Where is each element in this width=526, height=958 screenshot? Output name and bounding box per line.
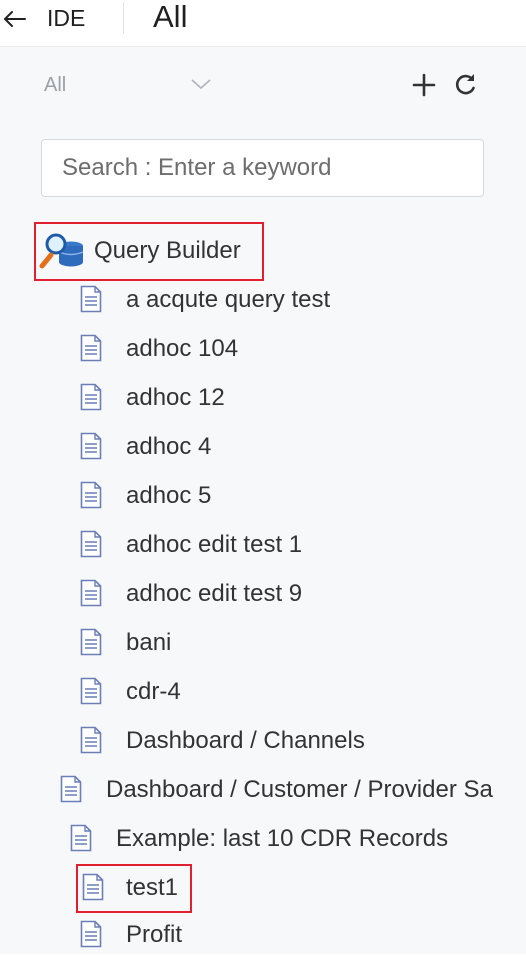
tree-item-test1[interactable]: test1 xyxy=(82,865,190,911)
tree-item-example-last-10-cdr[interactable]: Example: last 10 CDR Records xyxy=(70,816,470,862)
document-icon xyxy=(80,726,102,754)
document-icon xyxy=(82,873,104,901)
divider xyxy=(123,2,124,34)
document-icon xyxy=(80,383,102,411)
document-icon xyxy=(80,285,102,313)
tree-item-label: adhoc 12 xyxy=(126,384,225,411)
tree-item-label: a acqute query test xyxy=(126,286,331,313)
document-icon xyxy=(70,824,92,852)
tree-item-label: adhoc edit test 1 xyxy=(126,531,303,558)
page-title: All xyxy=(153,0,188,34)
tree-item-label: cdr-4 xyxy=(126,678,181,705)
database-search-icon xyxy=(39,233,84,269)
refresh-button[interactable] xyxy=(451,69,479,101)
tree-item-adhoc-5[interactable]: adhoc 5 xyxy=(80,473,280,519)
tree-item-bani[interactable]: bani xyxy=(80,620,280,666)
tree-root-label: Query Builder xyxy=(94,237,241,264)
tree-item-label: bani xyxy=(126,629,172,656)
chevron-down-icon xyxy=(191,79,211,90)
tree-item-label: Dashboard / Customer / Provider Sa xyxy=(106,776,493,803)
document-icon xyxy=(80,334,102,362)
tree-item-dashboard-channels[interactable]: Dashboard / Channels xyxy=(80,718,400,764)
tree-item-cdr-4[interactable]: cdr-4 xyxy=(80,669,280,715)
tree-item-label: Example: last 10 CDR Records xyxy=(116,825,449,852)
refresh-icon xyxy=(455,74,475,95)
tree-item-label: Dashboard / Channels xyxy=(126,727,365,754)
search-input[interactable] xyxy=(41,139,484,197)
arrow-left-icon xyxy=(4,11,26,27)
tree-panel: All Query Builder a acqute query test xyxy=(0,47,526,954)
document-icon xyxy=(80,579,102,607)
tree-item-profit[interactable]: Profit xyxy=(80,912,280,958)
tree-item-label: adhoc 5 xyxy=(126,482,212,509)
tree-item-a-acqute-query-test[interactable]: a acqute query test xyxy=(80,277,360,323)
add-button[interactable] xyxy=(410,69,438,101)
document-icon xyxy=(80,677,102,705)
document-icon xyxy=(80,481,102,509)
document-icon xyxy=(80,920,102,948)
tree-item-label: adhoc edit test 9 xyxy=(126,580,303,607)
tree-item-label: adhoc 104 xyxy=(126,335,239,362)
tree-item-adhoc-4[interactable]: adhoc 4 xyxy=(80,424,280,470)
tree-item-label: adhoc 4 xyxy=(126,433,212,460)
tree-item-label: test1 xyxy=(126,874,179,901)
ide-label: IDE xyxy=(47,5,86,31)
back-button[interactable] xyxy=(2,8,28,30)
tree-item-adhoc-edit-test-1[interactable]: adhoc edit test 1 xyxy=(80,522,340,568)
top-bar: IDE All xyxy=(0,0,526,47)
document-icon xyxy=(80,628,102,656)
tree-root-query-builder[interactable]: Query Builder xyxy=(36,228,262,274)
filter-select[interactable]: All xyxy=(44,71,216,99)
tree-item-dashboard-customer-provider[interactable]: Dashboard / Customer / Provider Sa xyxy=(60,767,526,813)
tree-item-adhoc-edit-test-9[interactable]: adhoc edit test 9 xyxy=(80,571,340,617)
tree-item-label: Profit xyxy=(126,921,183,948)
plus-icon xyxy=(412,73,436,97)
document-icon xyxy=(80,432,102,460)
tree-item-adhoc-104[interactable]: adhoc 104 xyxy=(80,326,280,372)
document-icon xyxy=(60,775,82,803)
document-icon xyxy=(80,530,102,558)
tree-item-adhoc-12[interactable]: adhoc 12 xyxy=(80,375,280,421)
filter-value: All xyxy=(44,74,67,96)
